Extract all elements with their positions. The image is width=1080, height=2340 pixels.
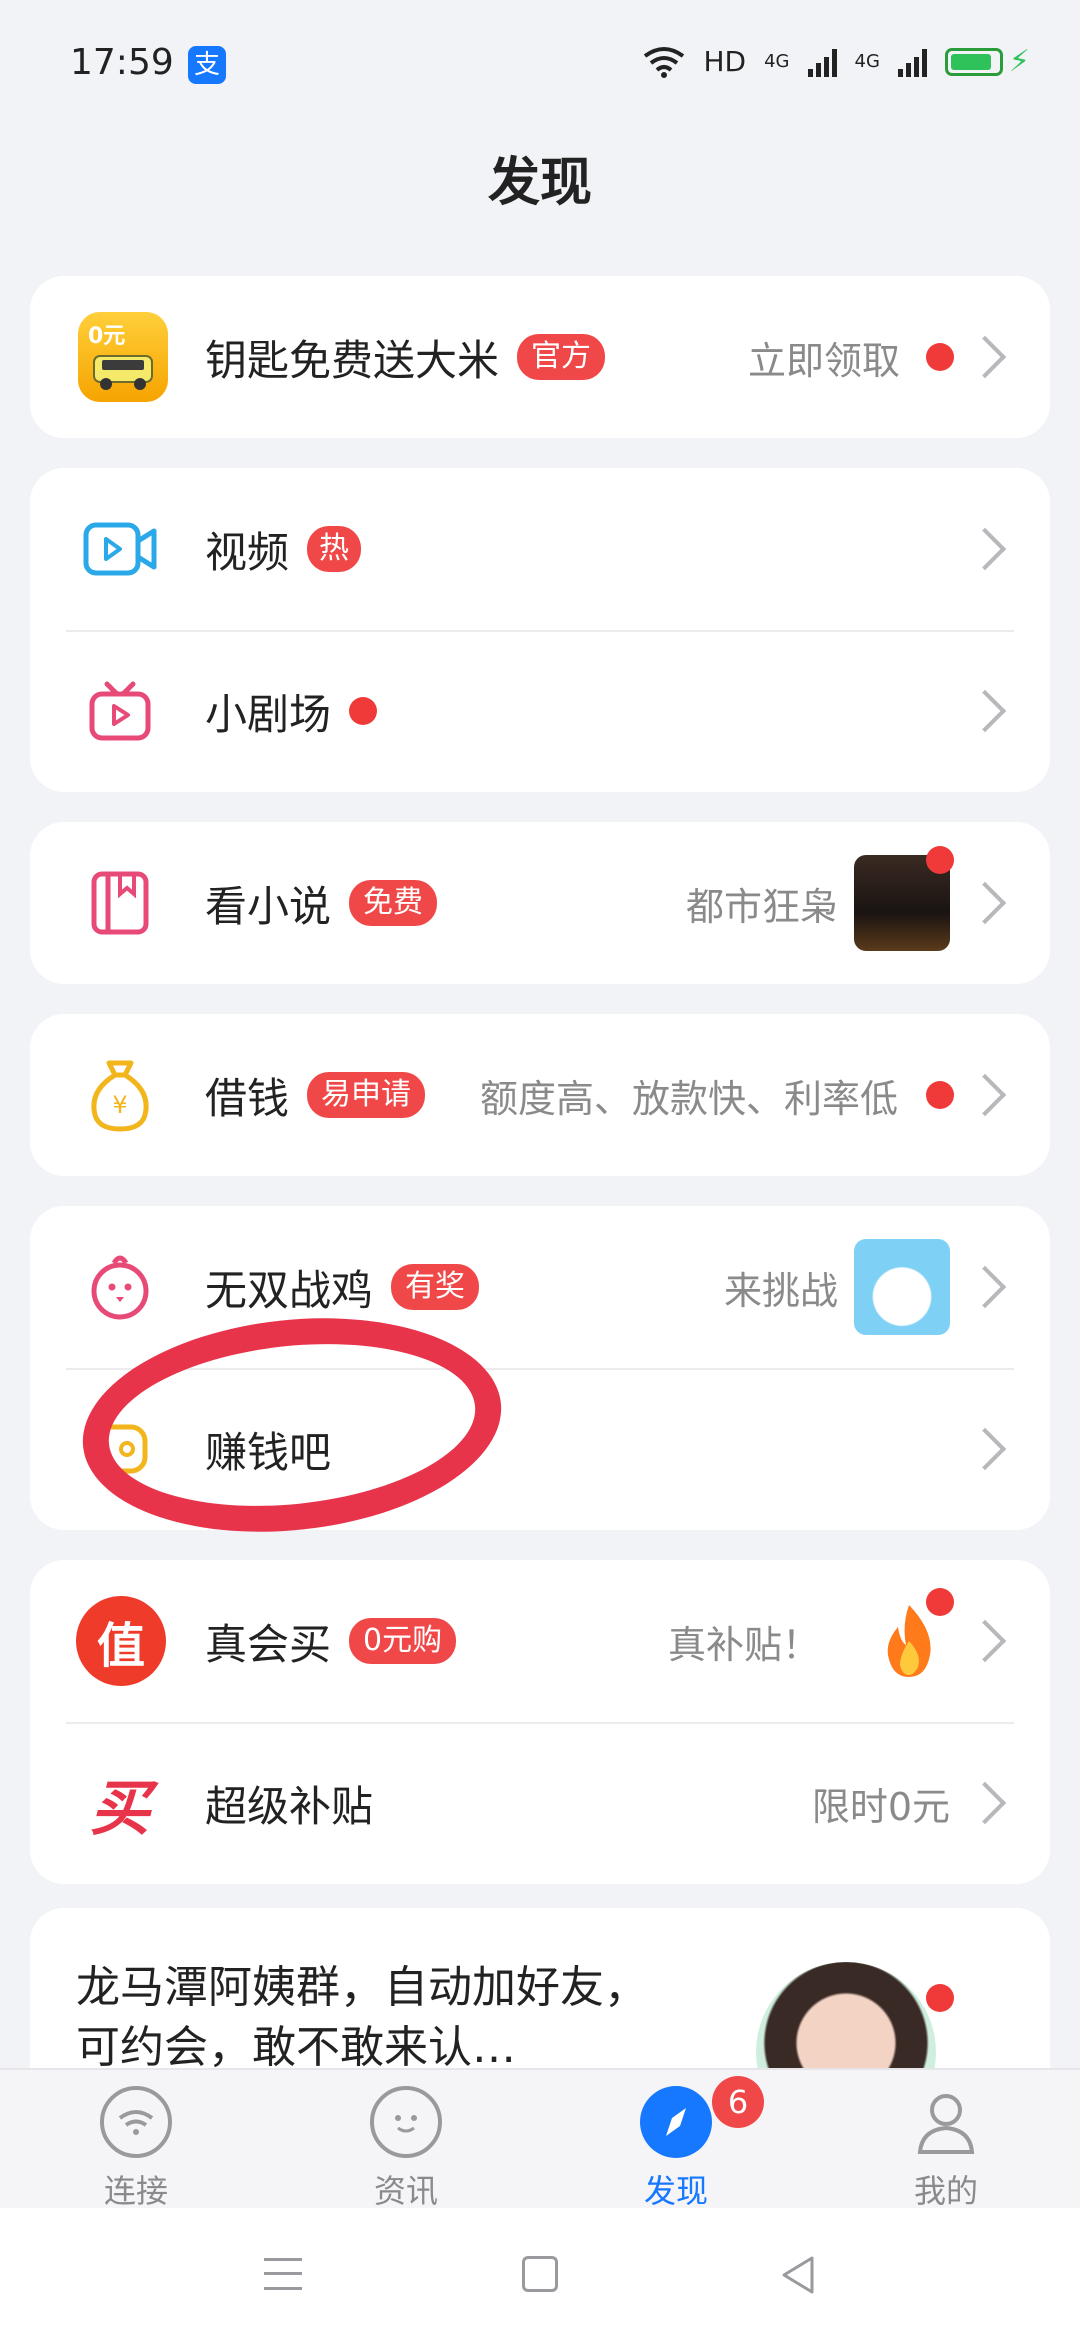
car-promo-icon: 0元 <box>78 312 168 402</box>
hot-tag: 热 <box>307 526 362 572</box>
nav-badge: 6 <box>712 2076 764 2128</box>
nav-label: 发现 <box>643 2172 708 2210</box>
compass-icon <box>640 2086 712 2158</box>
promo-action[interactable]: 立即领取 <box>748 330 900 385</box>
deal-icon-text: 值 <box>96 1618 145 1674</box>
game-subtitle: 来挑战 <box>723 1268 838 1313</box>
svg-text:¥: ¥ <box>112 1091 127 1119</box>
chevron-right-icon <box>963 335 1007 379</box>
nav-item-connect[interactable]: 连接 <box>66 2086 206 2212</box>
list-item-video[interactable]: 视频 热 <box>30 468 1050 630</box>
notification-dot <box>926 1984 954 2012</box>
list-item-deal[interactable]: 值 真会买 0元购 真补贴！ <box>30 1560 1050 1722</box>
network-type: HD <box>703 45 747 78</box>
video-label: 视频 <box>205 527 290 577</box>
zhi-icon: 值 <box>76 1596 166 1686</box>
easy-apply-tag: 易申请 <box>307 1072 426 1118</box>
money-bag-icon: ¥ <box>78 1053 162 1137</box>
chevron-right-icon <box>963 689 1007 733</box>
chevron-right-icon <box>963 1265 1007 1309</box>
reward-tag: 有奖 <box>391 1264 480 1310</box>
loan-card[interactable]: ¥ 借钱 易申请 额度高、放款快、利率低 <box>30 1014 1050 1176</box>
deal-card: 值 真会买 0元购 真补贴！ 买 超级补贴 限时0元 <box>30 1560 1050 1884</box>
theater-label: 小剧场 <box>205 689 332 739</box>
post-text: 龙马潭阿姨群，自动加好友，可约会，敢不敢来认… <box>76 1962 648 2073</box>
tv-icon <box>78 669 162 753</box>
status-time: 17:59 <box>70 42 174 83</box>
notification-dot <box>926 343 954 371</box>
list-item-theater[interactable]: 小剧场 <box>30 630 1050 792</box>
subsidy-icon-text: 买 <box>90 1773 150 1844</box>
nav-item-mine[interactable]: 我的 <box>876 2086 1016 2212</box>
nav-item-news[interactable]: 资讯 <box>336 2086 476 2212</box>
notification-dot <box>349 697 378 725</box>
alipay-icon: 支 <box>188 46 226 84</box>
home-icon[interactable] <box>522 2256 558 2292</box>
bottom-nav: 连接 资讯 发现 我的 <box>0 2068 1080 2210</box>
free-tag: 免费 <box>349 880 438 926</box>
promo-label: 钥匙免费送大米 官方 <box>205 327 606 388</box>
game-thumbnail-image <box>854 1239 950 1335</box>
chevron-right-icon <box>963 1427 1007 1471</box>
list-item-subsidy[interactable]: 买 超级补贴 限时0元 <box>30 1722 1050 1884</box>
novel-card[interactable]: 看小说 免费 都市狂枭 <box>30 822 1050 984</box>
deal-label: 真会买 <box>205 1619 332 1669</box>
chevron-right-icon <box>963 1073 1007 1117</box>
deal-subtitle: 真补贴！ <box>667 1622 820 1667</box>
wifi-icon <box>100 2086 172 2158</box>
subsidy-label: 超级补贴 <box>205 1781 374 1831</box>
chevron-right-icon <box>963 527 1007 571</box>
video-card: 视频 热 小剧场 <box>30 468 1050 792</box>
signal-icon <box>807 47 837 77</box>
buy-icon: 买 <box>78 1761 162 1845</box>
novel-title: 都市狂枭 <box>685 884 838 929</box>
notification-dot <box>926 846 954 874</box>
novel-label: 看小说 <box>205 881 332 931</box>
sim1-label: 4G <box>764 51 790 72</box>
loan-subtitle: 额度高、放款快、利率低 <box>479 1076 898 1121</box>
nav-label: 资讯 <box>373 2172 438 2210</box>
zero-price-tag: 0元购 <box>349 1618 457 1664</box>
chevron-right-icon <box>963 1619 1007 1663</box>
notification-dot <box>926 1588 954 1616</box>
signal-icon <box>897 47 927 77</box>
nav-label: 连接 <box>103 2172 168 2210</box>
book-icon <box>78 861 162 945</box>
page-title: 发现 <box>487 153 592 213</box>
game-label: 无双战鸡 <box>205 1265 374 1315</box>
notification-dot <box>926 1081 954 1109</box>
chevron-right-icon <box>963 881 1007 925</box>
charging-icon: ⚡ <box>1008 44 1030 79</box>
system-nav-bar <box>0 2208 1080 2340</box>
promo-icon-text: 0元 <box>88 324 126 349</box>
official-tag: 官方 <box>517 334 606 380</box>
status-icons: HD 4G 4G ⚡ <box>643 44 1030 79</box>
chevron-right-icon <box>963 1781 1007 1825</box>
menu-icon[interactable] <box>264 2258 302 2290</box>
user-icon <box>910 2086 982 2158</box>
loan-label: 借钱 <box>205 1073 290 1123</box>
chick-icon <box>78 1245 162 1329</box>
battery-icon <box>944 47 1003 76</box>
sim2-label: 4G <box>854 51 880 72</box>
planet-icon <box>370 2086 442 2158</box>
nav-label: 我的 <box>913 2172 978 2210</box>
promo-card[interactable]: 0元 钥匙免费送大米 官方 立即领取 <box>30 276 1050 438</box>
subsidy-subtitle: 限时0元 <box>811 1784 950 1829</box>
status-bar: 17:59 支 HD 4G 4G ⚡ <box>0 0 1080 130</box>
wifi-icon <box>644 46 685 78</box>
back-icon[interactable] <box>778 2254 818 2296</box>
video-icon <box>78 507 162 591</box>
